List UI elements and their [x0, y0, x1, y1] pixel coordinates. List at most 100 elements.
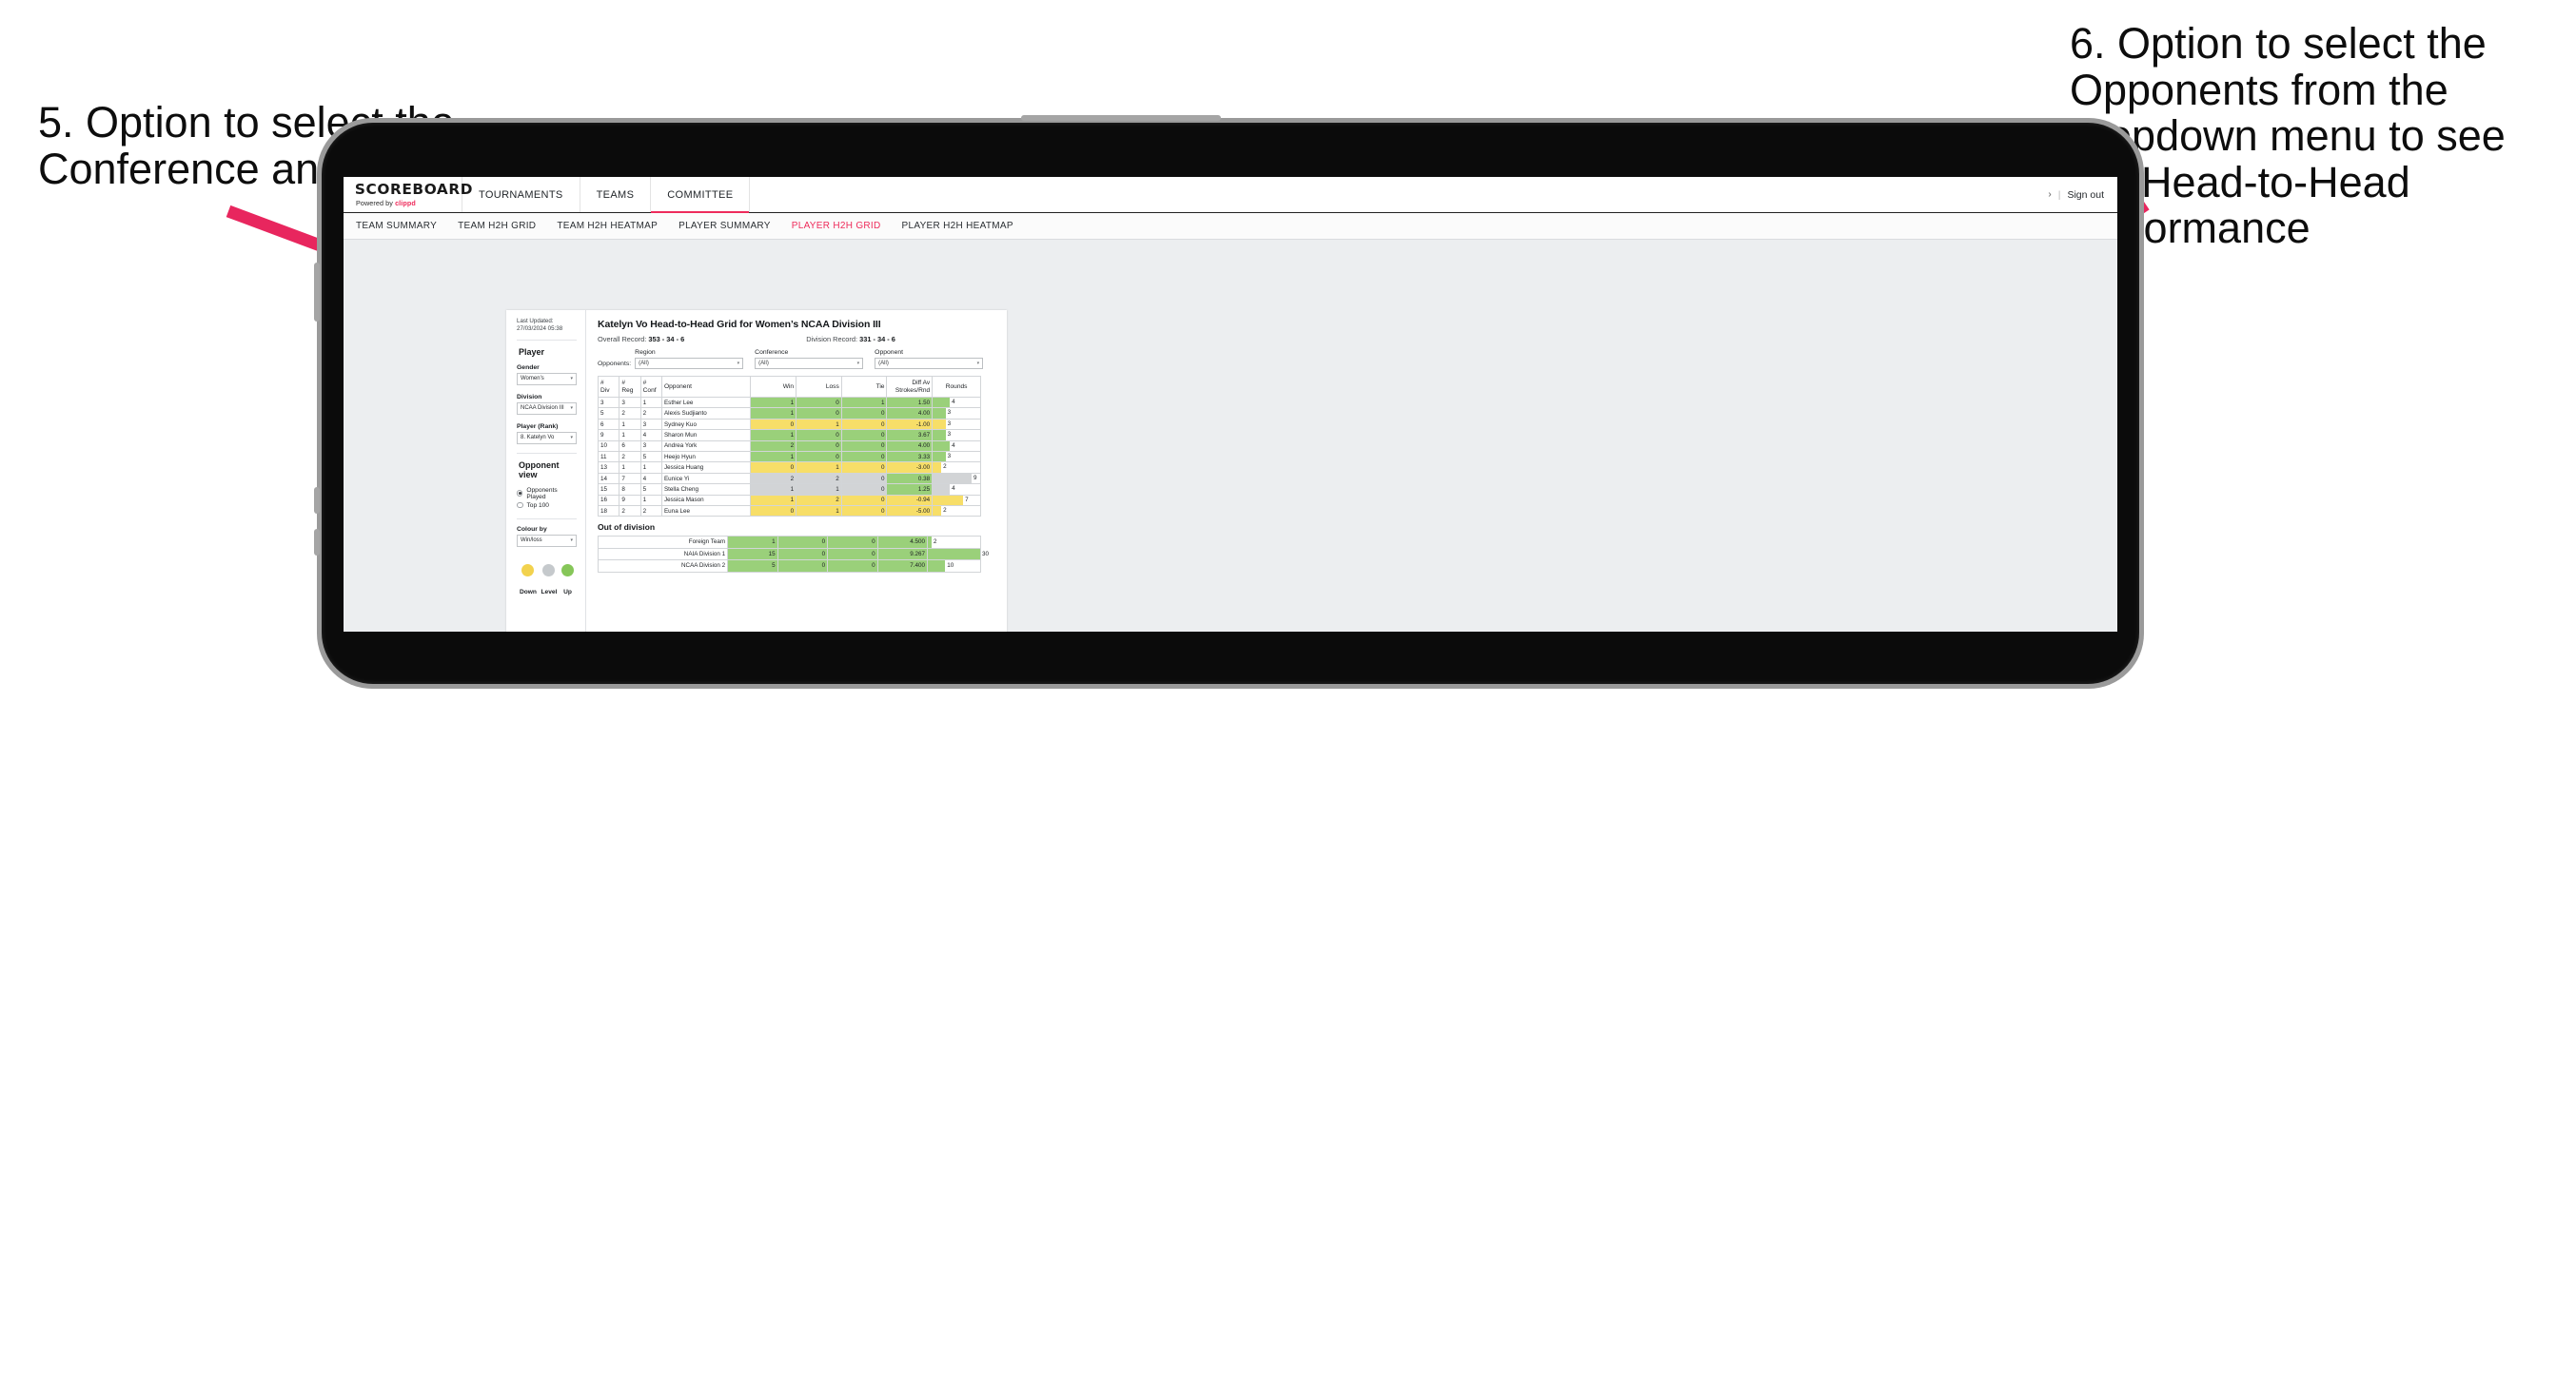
- player-rank-select[interactable]: 8. Katelyn Vo ▾: [517, 431, 577, 444]
- cell-div: 6: [598, 418, 620, 431]
- divider: [517, 339, 577, 341]
- tab-player-summary[interactable]: PLAYER SUMMARY: [678, 221, 784, 231]
- cell-loss: 0: [777, 559, 829, 573]
- out-of-division-row[interactable]: Foreign Team 1 0 0 4.500 2: [597, 536, 981, 549]
- table-row[interactable]: 11 2 5 Heejo Hyun 1 0 0 3.33 3: [598, 451, 981, 463]
- table-row[interactable]: 9 1 4 Sharon Mun 1 0 0 3.67 3: [598, 429, 981, 441]
- conference-select[interactable]: (All) ▾: [755, 358, 864, 369]
- table-row[interactable]: 3 3 1 Esther Lee 1 0 1 1.50 4: [598, 396, 981, 409]
- table-row[interactable]: 16 9 1 Jessica Mason 1 2 0 -0.94 7: [598, 494, 981, 507]
- table-row[interactable]: 18 2 2 Euna Lee 0 1 0 -5.00 2: [598, 505, 981, 517]
- cell-opponent: Alexis Sudjianto: [660, 407, 752, 420]
- division-label: Division: [517, 393, 542, 400]
- secondary-nav: TEAM SUMMARY TEAM H2H GRID TEAM H2H HEAT…: [344, 213, 2117, 240]
- radio-top-100[interactable]: Top 100: [517, 502, 577, 509]
- cell-reg: 3: [619, 396, 641, 409]
- gender-select[interactable]: Women’s ▾: [517, 372, 577, 385]
- cell-loss: 1: [796, 505, 842, 517]
- table-row[interactable]: 10 6 3 Andrea York 2 0 0 4.00 4: [598, 439, 981, 453]
- chevron-down-icon: ▾: [570, 537, 573, 543]
- col-opponent[interactable]: Opponent: [660, 376, 752, 398]
- cell-diff: 1.25: [886, 483, 934, 496]
- cell-tie: 0: [840, 429, 888, 441]
- record-row: Overall Record: 353 - 34 - 6 Division Re…: [598, 335, 997, 343]
- table-row[interactable]: 5 2 2 Alexis Sudjianto 1 0 0 4.00 3: [598, 407, 981, 420]
- region-select[interactable]: (All) ▾: [635, 358, 744, 369]
- cell-win: 1: [750, 407, 797, 420]
- out-of-division-row[interactable]: NCAA Division 2 5 0 0 7.400 10: [597, 559, 981, 573]
- nav-item-committee[interactable]: COMMITTEE: [651, 177, 751, 213]
- cell-diff: 4.500: [876, 536, 929, 549]
- cell-loss: 0: [796, 407, 842, 420]
- cell-opponent: Sydney Kuo: [660, 418, 752, 431]
- cell-win: 15: [727, 547, 778, 561]
- cell-reg: 2: [619, 505, 641, 517]
- tab-player-h2h-grid[interactable]: PLAYER H2H GRID: [792, 221, 895, 231]
- cell-name: NAIA Division 1: [597, 547, 729, 561]
- cell-name: NCAA Division 2: [597, 559, 729, 573]
- sign-out-link[interactable]: Sign out: [2067, 189, 2104, 201]
- cell-win: 1: [727, 536, 778, 549]
- chevron-down-icon: ▾: [856, 361, 860, 366]
- region-value: (All): [639, 361, 649, 366]
- legend-dot-down: [521, 563, 535, 576]
- cell-tie: 1: [840, 396, 888, 409]
- radio-opponents-played[interactable]: Opponents Played: [517, 487, 577, 500]
- cell-diff: -1.00: [886, 418, 934, 431]
- col-tie[interactable]: Tie: [840, 376, 888, 398]
- col-loss[interactable]: Loss: [796, 376, 842, 398]
- cell-rounds: 4: [932, 396, 981, 409]
- top-button[interactable]: [1021, 115, 1221, 121]
- cell-reg: 6: [619, 439, 641, 453]
- col-win[interactable]: Win: [750, 376, 797, 398]
- division-select[interactable]: NCAA Division III ▾: [517, 401, 577, 415]
- cell-win: 2: [750, 472, 797, 485]
- cell-conf: 4: [639, 429, 662, 441]
- cell-conf: 4: [639, 472, 662, 485]
- nav-item-teams[interactable]: TEAMS: [580, 177, 652, 212]
- col-div[interactable]: # Div: [598, 376, 620, 398]
- cell-diff: 3.33: [886, 451, 934, 463]
- tab-team-h2h-heatmap[interactable]: TEAM H2H HEATMAP: [557, 221, 671, 231]
- annotation-right: 6. Option to select the Opponents from t…: [2070, 19, 2506, 253]
- radio-label: Top 100: [526, 501, 549, 509]
- cell-opponent: Esther Lee: [660, 396, 752, 409]
- cell-reg: 1: [619, 461, 641, 474]
- chevron-right-icon[interactable]: ›: [2048, 189, 2051, 200]
- tab-team-summary[interactable]: TEAM SUMMARY: [356, 221, 450, 231]
- tab-player-h2h-heatmap[interactable]: PLAYER H2H HEATMAP: [902, 221, 1027, 231]
- cell-opponent: Euna Lee: [660, 505, 752, 517]
- filters-lead-label: Opponents:: [598, 361, 632, 367]
- table-header-row: # Div # Reg # Conf Opponent Win Loss Tie Di…: [598, 376, 981, 398]
- chevron-down-icon: ▾: [737, 361, 740, 366]
- cell-loss: 1: [796, 461, 842, 474]
- cell-win: 5: [727, 559, 778, 573]
- out-of-division-row[interactable]: NAIA Division 1 15 0 0 9.267 30: [597, 547, 989, 561]
- col-conf[interactable]: # Conf: [639, 376, 662, 398]
- cell-conf: 3: [639, 439, 662, 453]
- tab-team-h2h-grid[interactable]: TEAM H2H GRID: [458, 221, 549, 231]
- col-rounds[interactable]: Rounds: [932, 376, 981, 398]
- table-row[interactable]: 13 1 1 Jessica Huang 0 1 0 -3.00 2: [598, 461, 981, 474]
- table-row[interactable]: 6 1 3 Sydney Kuo 0 1 0 -1.00 3: [598, 418, 981, 431]
- volume-up-button[interactable]: [314, 487, 320, 514]
- legend-level: Level: [541, 563, 557, 598]
- volume-down-button[interactable]: [314, 529, 320, 556]
- colour-by-select[interactable]: Win/loss ▾: [517, 534, 577, 547]
- cell-conf: 2: [639, 407, 662, 420]
- nav-item-tournaments[interactable]: TOURNAMENTS: [462, 177, 580, 212]
- cell-win: 0: [750, 505, 797, 517]
- table-row[interactable]: 15 8 5 Stella Cheng 1 1 0 1.25 4: [598, 483, 981, 496]
- col-reg[interactable]: # Reg: [619, 376, 641, 398]
- col-diff[interactable]: Diff Av Strokes/Rnd: [886, 376, 934, 398]
- cell-div: 18: [598, 505, 620, 517]
- legend-label-down: Down: [520, 588, 537, 595]
- opponent-select[interactable]: (All) ▾: [875, 358, 984, 369]
- h2h-grid-table: # Div # Reg # Conf Opponent Win Loss Tie Di…: [598, 376, 981, 517]
- power-button[interactable]: [314, 263, 320, 322]
- cell-loss: 0: [796, 429, 842, 441]
- table-row[interactable]: 14 7 4 Eunice Yi 2 2 0 0.38 9: [598, 472, 981, 485]
- colour-by-value: Win/loss: [521, 537, 542, 543]
- cell-reg: 1: [619, 429, 641, 441]
- brand-logo[interactable]: SCOREBOARD Powered by clippd: [344, 177, 472, 212]
